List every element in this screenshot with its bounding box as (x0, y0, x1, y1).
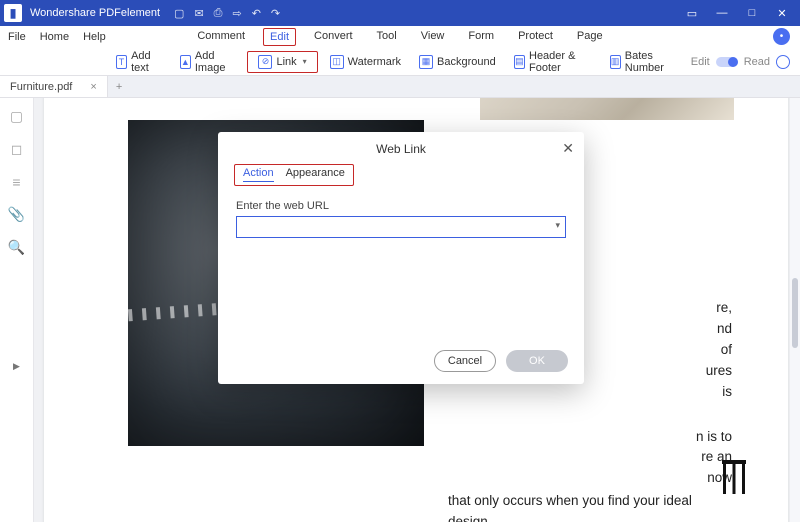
document-tab[interactable]: Furniture.pdf × (0, 76, 108, 97)
mail-icon[interactable]: ⎙ (214, 7, 223, 20)
read-mode-label: Read (744, 56, 770, 68)
edit-mode-label: Edit (691, 56, 710, 68)
print-icon[interactable]: ⇨ (232, 7, 241, 20)
chevron-down-icon: ▾ (303, 57, 307, 66)
add-tab-button[interactable]: + (108, 81, 130, 93)
tab-title: Furniture.pdf (10, 81, 72, 93)
tab-action[interactable]: Action (243, 167, 274, 182)
side-toolbar: ▢ ◻ ≡ 📎 🔍 ▶ (0, 98, 34, 522)
maximize-icon[interactable]: □ (738, 3, 766, 23)
close-window-icon[interactable]: ✕ (768, 3, 796, 23)
document-tabs: Furniture.pdf × + (0, 76, 800, 98)
comments-icon[interactable]: ≡ (12, 174, 20, 190)
minimize-icon[interactable]: ― (708, 3, 736, 23)
app-title: Wondershare PDFelement (30, 7, 160, 19)
scrollbar-thumb[interactable] (792, 278, 798, 348)
app-logo: ▮ (4, 4, 22, 22)
menu-tool[interactable]: Tool (371, 28, 403, 46)
tab-close-icon[interactable]: × (90, 81, 96, 93)
menu-file[interactable]: File (8, 31, 26, 43)
edit-ribbon: TAdd text ▲Add Image ⊘Link▾ ◫Watermark ▦… (0, 48, 800, 76)
window-extra-icon[interactable]: ▭ (678, 3, 706, 23)
dialog-title: Web Link (218, 132, 584, 164)
menu-view[interactable]: View (415, 28, 451, 46)
redo-icon[interactable]: ↷ (271, 7, 280, 20)
url-label: Enter the web URL (236, 200, 566, 212)
background-icon: ▦ (419, 55, 433, 69)
bates-icon: ▥ (610, 55, 621, 69)
menu-home[interactable]: Home (40, 31, 69, 43)
watermark-icon: ◫ (330, 55, 344, 69)
titlebar: ▮ Wondershare PDFelement ▢ ✉ ⎙ ⇨ ↶ ↷ ▭ ―… (0, 0, 800, 26)
link-icon: ⊘ (258, 55, 272, 69)
web-link-dialog: Web Link ✕ Action Appearance Enter the w… (218, 132, 584, 384)
search-icon[interactable]: 🔍 (8, 239, 25, 256)
header-footer-button[interactable]: ▤Header & Footer (508, 48, 598, 76)
bates-number-button[interactable]: ▥Bates Number (604, 48, 685, 76)
header-footer-icon: ▤ (514, 55, 525, 69)
image-icon: ▲ (180, 55, 191, 69)
stool-graphic (720, 460, 748, 494)
thumbnail-icon[interactable]: ▢ (10, 108, 23, 125)
menu-help[interactable]: Help (83, 31, 106, 43)
menubar: File Home Help Comment Edit Convert Tool… (0, 26, 800, 48)
menu-page[interactable]: Page (571, 28, 609, 46)
settings-icon[interactable] (776, 55, 790, 69)
menu-form[interactable]: Form (462, 28, 500, 46)
quick-access: ▢ ✉ ⎙ ⇨ ↶ ↷ (174, 7, 280, 20)
save-icon[interactable]: ✉ (194, 7, 203, 20)
ok-button[interactable]: OK (506, 350, 568, 372)
url-input[interactable] (236, 216, 566, 238)
vertical-scrollbar[interactable] (790, 98, 800, 522)
expand-panel-icon[interactable]: ▶ (13, 361, 20, 372)
bookmark-icon[interactable]: ◻ (11, 141, 23, 158)
attachment-icon[interactable]: 📎 (8, 206, 25, 223)
user-avatar-icon[interactable]: • (773, 28, 790, 45)
menu-edit[interactable]: Edit (263, 28, 296, 46)
background-button[interactable]: ▦Background (413, 53, 502, 71)
dialog-tabs: Action Appearance (234, 164, 354, 186)
cancel-button[interactable]: Cancel (434, 350, 496, 372)
tab-appearance[interactable]: Appearance (286, 167, 345, 182)
open-icon[interactable]: ▢ (174, 7, 184, 20)
watermark-button[interactable]: ◫Watermark (324, 53, 407, 71)
add-image-button[interactable]: ▲Add Image (174, 48, 242, 76)
text-icon: T (116, 55, 127, 69)
menu-convert[interactable]: Convert (308, 28, 359, 46)
undo-icon[interactable]: ↶ (252, 7, 261, 20)
link-button[interactable]: ⊘Link▾ (247, 51, 317, 73)
menu-comment[interactable]: Comment (191, 28, 251, 46)
edit-read-toggle[interactable] (716, 57, 738, 67)
add-text-button[interactable]: TAdd text (110, 48, 168, 76)
document-top-image (480, 98, 734, 120)
dialog-close-icon[interactable]: ✕ (562, 140, 574, 157)
menu-protect[interactable]: Protect (512, 28, 559, 46)
